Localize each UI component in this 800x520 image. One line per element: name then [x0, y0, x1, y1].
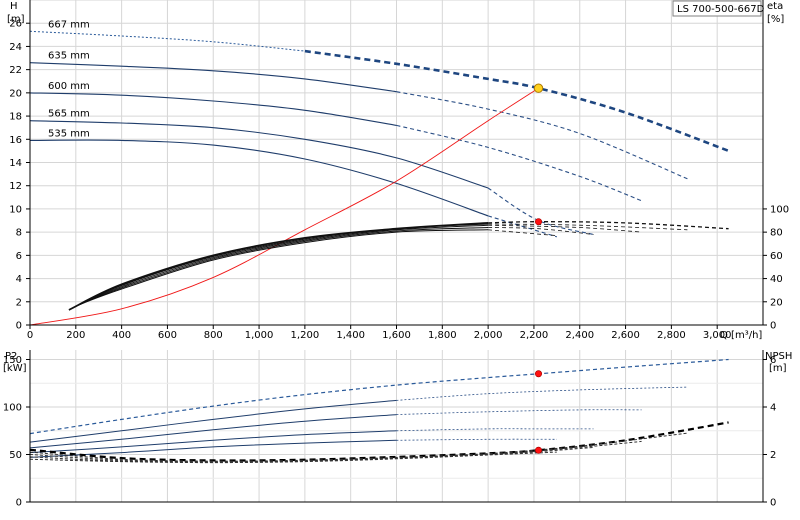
y-axis-unit-left: [m]: [7, 14, 25, 25]
x-tick-label: 600: [158, 330, 177, 341]
model-label: LS 700-500-667D: [677, 4, 765, 15]
y-tick-label-left: 0: [16, 321, 22, 332]
y-tick-label-right-bottom: 2: [770, 450, 776, 461]
y-tick-label-left: 18: [9, 112, 22, 123]
curve-layer: 667 mm 635 mm 600 mm 565 mm 535 mm: [29, 19, 730, 464]
y-tick-label-left-bottom: 0: [16, 498, 22, 509]
y-tick-label-right-bottom: 4: [770, 403, 776, 414]
y-tick-label-right: 80: [770, 228, 783, 239]
x-tick-label: 2,600: [611, 330, 640, 341]
grid-layer: [29, 0, 764, 503]
efficiency-curve: [75, 224, 489, 307]
impeller-label: 535 mm: [48, 128, 90, 139]
efficiency-curve: [77, 227, 489, 306]
head-curve-667-right: [304, 49, 730, 153]
efficiency-point-marker: [535, 218, 543, 226]
power-point-marker: [535, 370, 543, 378]
y-tick-label-left: 6: [16, 251, 22, 262]
x-tick-label: 800: [204, 330, 223, 341]
impeller-label: 565 mm: [48, 109, 90, 120]
y-tick-label-left: 14: [9, 158, 22, 169]
y-tick-label-right: 100: [770, 204, 789, 215]
y-tick-label-right: 60: [770, 251, 783, 262]
y-axis-label-left: H: [10, 1, 18, 12]
x-tick-label: 2,200: [520, 330, 549, 341]
npsh-axis-unit: [m]: [769, 363, 787, 374]
x-tick-label: 2,400: [565, 330, 594, 341]
power-curve-667: [29, 358, 729, 435]
power-curve-dashed: [396, 386, 688, 401]
y-tick-label-left: 12: [9, 181, 22, 192]
x-tick-label: 1,800: [428, 330, 457, 341]
x-tick-label: 1,400: [336, 330, 365, 341]
npsh-axis-label: NPSH: [765, 351, 792, 362]
efficiency-curve: [68, 222, 489, 311]
y-tick-label-left-bottom: 50: [9, 450, 22, 461]
p2-axis-label: P2: [5, 351, 17, 362]
y-tick-label-left-bottom: 100: [3, 403, 22, 414]
y-tick-label-left: 2: [16, 297, 22, 308]
power-curve-dashed: [396, 409, 642, 415]
y-axis-label-right: eta: [767, 1, 783, 12]
y-tick-label-left: 10: [9, 204, 22, 215]
npsh-point-marker: [535, 446, 543, 454]
power-curve-dashed: [396, 438, 557, 441]
y-tick-label-right: 40: [770, 274, 783, 285]
y-axis-unit-right: [%]: [767, 14, 784, 25]
y-tick-label-left: 16: [9, 135, 22, 146]
efficiency-curve: [73, 223, 489, 309]
y-tick-label-left: 20: [9, 88, 22, 99]
pump-curve-chart: 667 mm635 mm600 mm565 mm535 mm 0 200 400 60…: [3, 0, 792, 509]
y-tick-label-left: 24: [9, 42, 22, 53]
duty-point-marker: [533, 83, 544, 93]
impeller-label: 635 mm: [48, 51, 90, 62]
x-axis-label: Q [m³/h]: [720, 330, 762, 341]
x-tick-label: 2,800: [657, 330, 686, 341]
impeller-label: 667 mm: [48, 19, 90, 30]
x-tick-label: 2,000: [474, 330, 503, 341]
x-tick-label: 200: [66, 330, 85, 341]
y-tick-label-left: 4: [16, 274, 22, 285]
y-tick-label-left: 22: [9, 65, 22, 76]
x-tick-label: 1,200: [291, 330, 320, 341]
y-tick-label-left: 8: [16, 228, 22, 239]
x-tick-label: 400: [112, 330, 131, 341]
x-tick-label: 1,600: [382, 330, 411, 341]
y-tick-label-right-bottom: 0: [770, 498, 776, 509]
model-box: LS 700-500-667D: [672, 0, 765, 17]
impeller-label: 600 mm: [48, 81, 90, 92]
y-tick-label-right: 20: [770, 297, 783, 308]
y-tick-label-right: 0: [770, 321, 776, 332]
efficiency-curve-dashed: [488, 229, 557, 236]
p2-axis-unit: [kW]: [3, 363, 27, 374]
x-tick-label: 0: [27, 330, 33, 341]
head-curve-dashed: [396, 124, 642, 202]
x-tick-label: 1,000: [245, 330, 274, 341]
npsh-curve: [29, 432, 688, 462]
